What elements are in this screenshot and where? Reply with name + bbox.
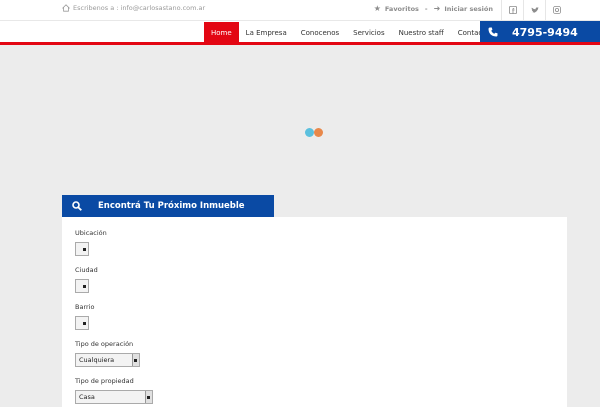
- phone-number[interactable]: 4795-9494: [512, 26, 578, 39]
- tipo-operacion-select[interactable]: Cualquiera: [75, 353, 140, 367]
- dropdown-arrow-icon: [132, 354, 139, 366]
- contact-info: Escribenos a : info@carlosastano.com.ar: [62, 4, 205, 12]
- dropdown-arrow-icon: [83, 322, 86, 325]
- home-icon: [62, 4, 70, 12]
- nav-servicios[interactable]: Servicios: [346, 22, 391, 43]
- tipo-operacion-label: Tipo de operación: [75, 340, 134, 348]
- dropdown-arrow-icon: [83, 285, 86, 288]
- nav-la-empresa[interactable]: La Empresa: [239, 22, 294, 43]
- barrio-select[interactable]: [75, 316, 89, 330]
- phone-banner[interactable]: 4795-9494: [480, 21, 600, 43]
- ubicacion-select[interactable]: [75, 242, 89, 256]
- top-bar: Escribenos a : info@carlosastano.com.ar …: [0, 0, 600, 20]
- nav-accent-line: [0, 42, 600, 45]
- search-form: Ubicación Ciudad Barrio Tipo de operació…: [62, 217, 567, 407]
- login-link[interactable]: Iniciar sesión: [444, 5, 493, 13]
- instagram-icon[interactable]: [545, 0, 568, 20]
- ciudad-label: Ciudad: [75, 266, 98, 274]
- barrio-label: Barrio: [75, 303, 95, 311]
- ciudad-select[interactable]: [75, 279, 89, 293]
- dropdown-arrow-icon: [145, 391, 152, 403]
- user-links: ★ Favoritos - ➜ Iniciar sesión: [374, 4, 493, 13]
- nav-nuestro-staff[interactable]: Nuestro staff: [392, 22, 451, 43]
- search-icon: [72, 201, 82, 211]
- search-panel-title: Encontrá Tu Próximo Inmueble: [98, 201, 245, 211]
- contact-email-text[interactable]: Escribenos a : info@carlosastano.com.ar: [73, 4, 205, 12]
- phone-icon: [488, 27, 498, 37]
- tipo-propiedad-label: Tipo de propiedad: [75, 377, 134, 385]
- loading-dot-orange: [314, 128, 323, 137]
- facebook-icon[interactable]: [501, 0, 524, 20]
- link-separator: -: [424, 4, 428, 13]
- sign-in-icon: ➜: [433, 4, 441, 13]
- nav-home[interactable]: Home: [204, 22, 239, 43]
- ubicacion-label: Ubicación: [75, 229, 107, 237]
- twitter-icon[interactable]: [523, 0, 546, 20]
- nav-conocenos[interactable]: Conocenos: [294, 22, 346, 43]
- tipo-operacion-value: Cualquiera: [79, 356, 115, 364]
- favorites-link[interactable]: Favoritos: [385, 5, 419, 13]
- search-panel-header: Encontrá Tu Próximo Inmueble: [62, 195, 274, 217]
- loading-dot-blue: [305, 128, 314, 137]
- dropdown-arrow-icon: [83, 248, 86, 251]
- tipo-propiedad-select[interactable]: Casa: [75, 390, 153, 404]
- star-icon: ★: [373, 4, 381, 13]
